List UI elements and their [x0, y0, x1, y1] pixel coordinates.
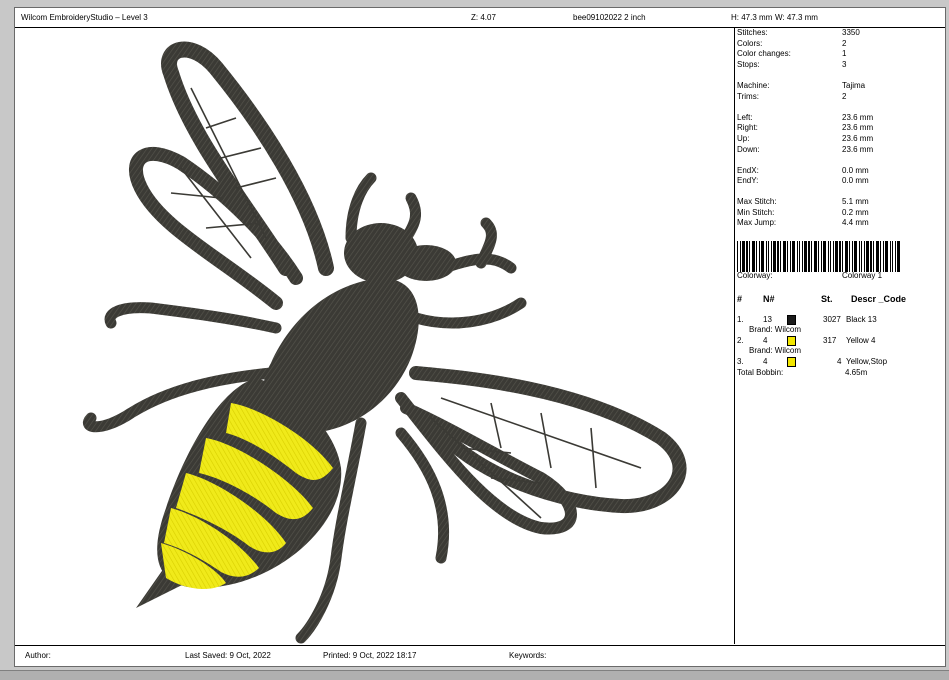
stat-value: 23.6 mm	[842, 134, 874, 143]
color-row-stitches: 3027	[823, 315, 841, 324]
stat-label: Machine:	[737, 81, 770, 90]
stat-value: 3350	[842, 28, 860, 37]
header-bar: Wilcom EmbroideryStudio – Level 3 Z: 4.0…	[15, 8, 945, 28]
color-row-stitches: 4	[837, 357, 842, 366]
color-row-num: 2.	[737, 336, 744, 345]
stat-label: Max Stitch:	[737, 197, 777, 206]
stat-label: EndY:	[737, 176, 759, 185]
color-row-num: 1.	[737, 315, 744, 324]
print-preview-sheet: Wilcom EmbroideryStudio – Level 3 Z: 4.0…	[14, 7, 946, 667]
stat-label: Color changes:	[737, 49, 791, 58]
stat-row: Trims: 2	[737, 92, 943, 103]
stat-row: Color changes: 1	[737, 49, 943, 60]
color-row-brand: Brand: Wilcom	[749, 325, 802, 334]
stat-value: 0.0 mm	[842, 176, 869, 185]
author-field: Author:	[25, 651, 51, 660]
stat-value: 1	[842, 49, 847, 58]
design-barcode	[737, 241, 900, 272]
color-row-num: 3.	[737, 357, 744, 366]
stat-label: Stitches:	[737, 28, 768, 37]
color-row-descr: Yellow 4	[846, 336, 876, 345]
last-saved-field: Last Saved: 9 Oct, 2022	[185, 651, 271, 660]
col-num-header: #	[737, 294, 743, 304]
stat-value: 5.1 mm	[842, 197, 869, 206]
stat-value: Tajima	[842, 81, 866, 90]
color-row-needle: 4	[763, 357, 768, 366]
stat-label: Trims:	[737, 92, 759, 101]
stat-label: Left:	[737, 113, 753, 122]
printed-field: Printed: 9 Oct, 2022 18:17	[323, 651, 417, 660]
stat-value: 23.6 mm	[842, 113, 874, 122]
stat-row: Down: 23.6 mm	[737, 145, 943, 156]
total-bobbin-value: 4.65m	[845, 368, 868, 377]
thread-color-swatch	[787, 357, 796, 367]
color-row-descr: Yellow,Stop	[846, 357, 888, 366]
design-width: W: 47.3 mm	[775, 13, 818, 22]
stat-row: Stitches: 3350	[737, 28, 943, 39]
color-row-needle: 4	[763, 336, 768, 345]
col-needle-header: N#	[763, 294, 775, 304]
color-row-brand: Brand: Wilcom	[749, 346, 802, 355]
stat-row: Right: 23.6 mm	[737, 123, 943, 134]
keywords-field: Keywords:	[509, 651, 547, 660]
stat-value: 4.4 mm	[842, 218, 869, 227]
design-filename: bee09102022 2 inch	[573, 13, 646, 22]
thread-color-swatch	[787, 336, 796, 346]
footer-bar: Author: Last Saved: 9 Oct, 2022 Printed:…	[15, 645, 945, 668]
colorway-label: Colorway:	[737, 271, 773, 280]
color-row-descr: Black 13	[846, 315, 877, 324]
stat-row: Max Stitch: 5.1 mm	[737, 197, 943, 208]
stat-value: 2	[842, 39, 847, 48]
stat-label: Up:	[737, 134, 750, 143]
stat-label: Max Jump:	[737, 218, 777, 227]
total-bobbin-label: Total Bobbin:	[737, 368, 784, 377]
design-height: H: 47.3 mm	[731, 13, 773, 22]
color-row-needle: 13	[763, 315, 772, 324]
bee-embroidery-image	[83, 41, 687, 644]
stat-value: 0.2 mm	[842, 208, 869, 217]
thread-color-swatch	[787, 315, 796, 325]
col-stitches-header: St.	[821, 294, 833, 304]
total-bobbin-row: Total Bobbin: 4.65m	[737, 368, 943, 379]
stat-label: Stops:	[737, 60, 760, 69]
stat-label: Right:	[737, 123, 758, 132]
design-info-panel: Stitches: 3350 Colors: 2 Color changes: 1 Stop…	[737, 28, 943, 644]
zoom-readout: Z: 4.07	[471, 13, 496, 22]
stat-value: 23.6 mm	[842, 145, 874, 154]
stat-label: EndX:	[737, 166, 759, 175]
stat-value: 0.0 mm	[842, 166, 869, 175]
col-descr-header: Descr _Code	[851, 294, 907, 304]
colorway-row: Colorway: Colorway 1	[737, 271, 943, 282]
stat-value: 3	[842, 60, 847, 69]
color-row-stitches: 317	[823, 336, 837, 345]
stat-label: Down:	[737, 145, 760, 154]
stat-row: Up: 23.6 mm	[737, 134, 943, 145]
stat-label: Colors:	[737, 39, 763, 48]
colorway-value: Colorway 1	[842, 271, 883, 280]
design-preview	[21, 28, 735, 644]
stat-value: 23.6 mm	[842, 123, 874, 132]
app-title: Wilcom EmbroideryStudio – Level 3	[21, 13, 148, 22]
stat-row: EndY: 0.0 mm	[737, 176, 943, 187]
stat-row: Machine: Tajima	[737, 81, 943, 92]
stat-value: 2	[842, 92, 847, 101]
stat-label: Min Stitch:	[737, 208, 775, 217]
stat-row: Stops: 3	[737, 60, 943, 71]
stat-row: Max Jump: 4.4 mm	[737, 218, 943, 229]
